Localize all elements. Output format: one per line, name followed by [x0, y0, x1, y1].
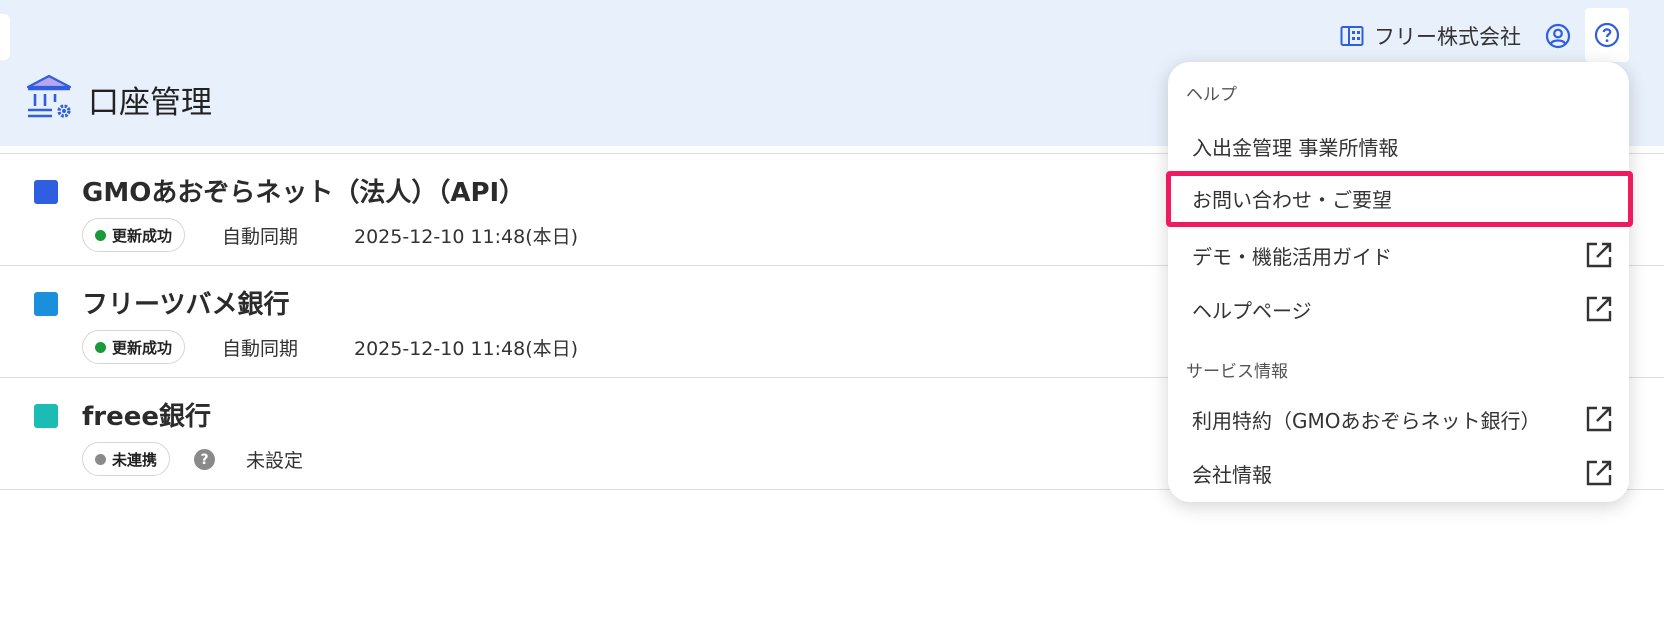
- company-switcher[interactable]: フリー株式会社: [1340, 20, 1521, 52]
- page-title: 口座管理: [88, 84, 212, 121]
- menu-item-terms[interactable]: 利用特約（GMOあおぞらネット銀行）: [1168, 392, 1629, 446]
- menu-item-label: 入出金管理 事業所情報: [1192, 136, 1399, 160]
- account-name[interactable]: GMOあおぞらネット（法人）（API）: [82, 172, 525, 209]
- menu-item-label: ヘルプページ: [1192, 299, 1312, 323]
- status-dot: [95, 341, 106, 353]
- menu-item-company-info[interactable]: 会社情報: [1168, 446, 1629, 500]
- user-circle-icon: [1545, 23, 1571, 49]
- menu-item-help-page[interactable]: ヘルプページ: [1168, 282, 1629, 336]
- menu-item-demo-guide[interactable]: デモ・機能活用ガイド: [1168, 228, 1629, 282]
- company-name: フリー株式会社: [1374, 25, 1521, 49]
- section-label-help: ヘルプ: [1186, 85, 1237, 105]
- status-badge: 更新成功: [82, 218, 186, 252]
- external-link-icon: [1586, 242, 1612, 268]
- setting-status: 未設定: [246, 450, 304, 472]
- help-question-icon[interactable]: ?: [194, 449, 215, 470]
- section-label-service: サービス情報: [1186, 362, 1288, 382]
- status-label: 更新成功: [112, 338, 173, 357]
- status-badge: 未連携: [82, 442, 171, 476]
- account-name[interactable]: フリーツバメ銀行: [82, 284, 289, 321]
- sync-mode: 自動同期: [222, 226, 299, 248]
- external-link-icon: [1586, 296, 1612, 322]
- menu-item-label: お問い合わせ・ご要望: [1192, 188, 1392, 212]
- status-label: 未連携: [112, 450, 158, 469]
- status-dot: [95, 229, 106, 241]
- bank-settings-icon: [24, 73, 74, 125]
- status-dot: [95, 453, 106, 465]
- account-name[interactable]: freee銀行: [82, 396, 211, 433]
- external-link-icon: [1586, 406, 1612, 432]
- page-header: 口座管理: [24, 74, 212, 124]
- help-button[interactable]: [1585, 8, 1629, 62]
- external-link-icon: [1586, 460, 1612, 486]
- account-color-square: [34, 404, 58, 428]
- status-label: 更新成功: [112, 226, 173, 245]
- account-color-square: [34, 180, 58, 204]
- menu-item-label: 会社情報: [1192, 463, 1272, 487]
- menu-item-label: 利用特約（GMOあおぞらネット銀行）: [1192, 409, 1541, 433]
- last-updated: 2025-12-10 11:48(本日): [354, 226, 579, 248]
- menu-item-office-info[interactable]: 入出金管理 事業所情報: [1168, 119, 1629, 173]
- menu-item-label: デモ・機能活用ガイド: [1192, 245, 1392, 269]
- account-color-square: [34, 292, 58, 316]
- question-circle-icon: [1594, 22, 1620, 48]
- building-icon: [1340, 25, 1364, 47]
- sidebar-toggle-tab[interactable]: [0, 14, 10, 60]
- user-menu-button[interactable]: [1543, 20, 1573, 52]
- sync-mode: 自動同期: [222, 338, 299, 360]
- help-dropdown-menu: ヘルプ 入出金管理 事業所情報 お問い合わせ・ご要望 デモ・機能活用ガイド ヘル…: [1166, 62, 1633, 502]
- menu-item-contact[interactable]: お問い合わせ・ご要望: [1166, 171, 1633, 227]
- last-updated: 2025-12-10 11:48(本日): [354, 338, 579, 360]
- status-badge: 更新成功: [82, 330, 186, 364]
